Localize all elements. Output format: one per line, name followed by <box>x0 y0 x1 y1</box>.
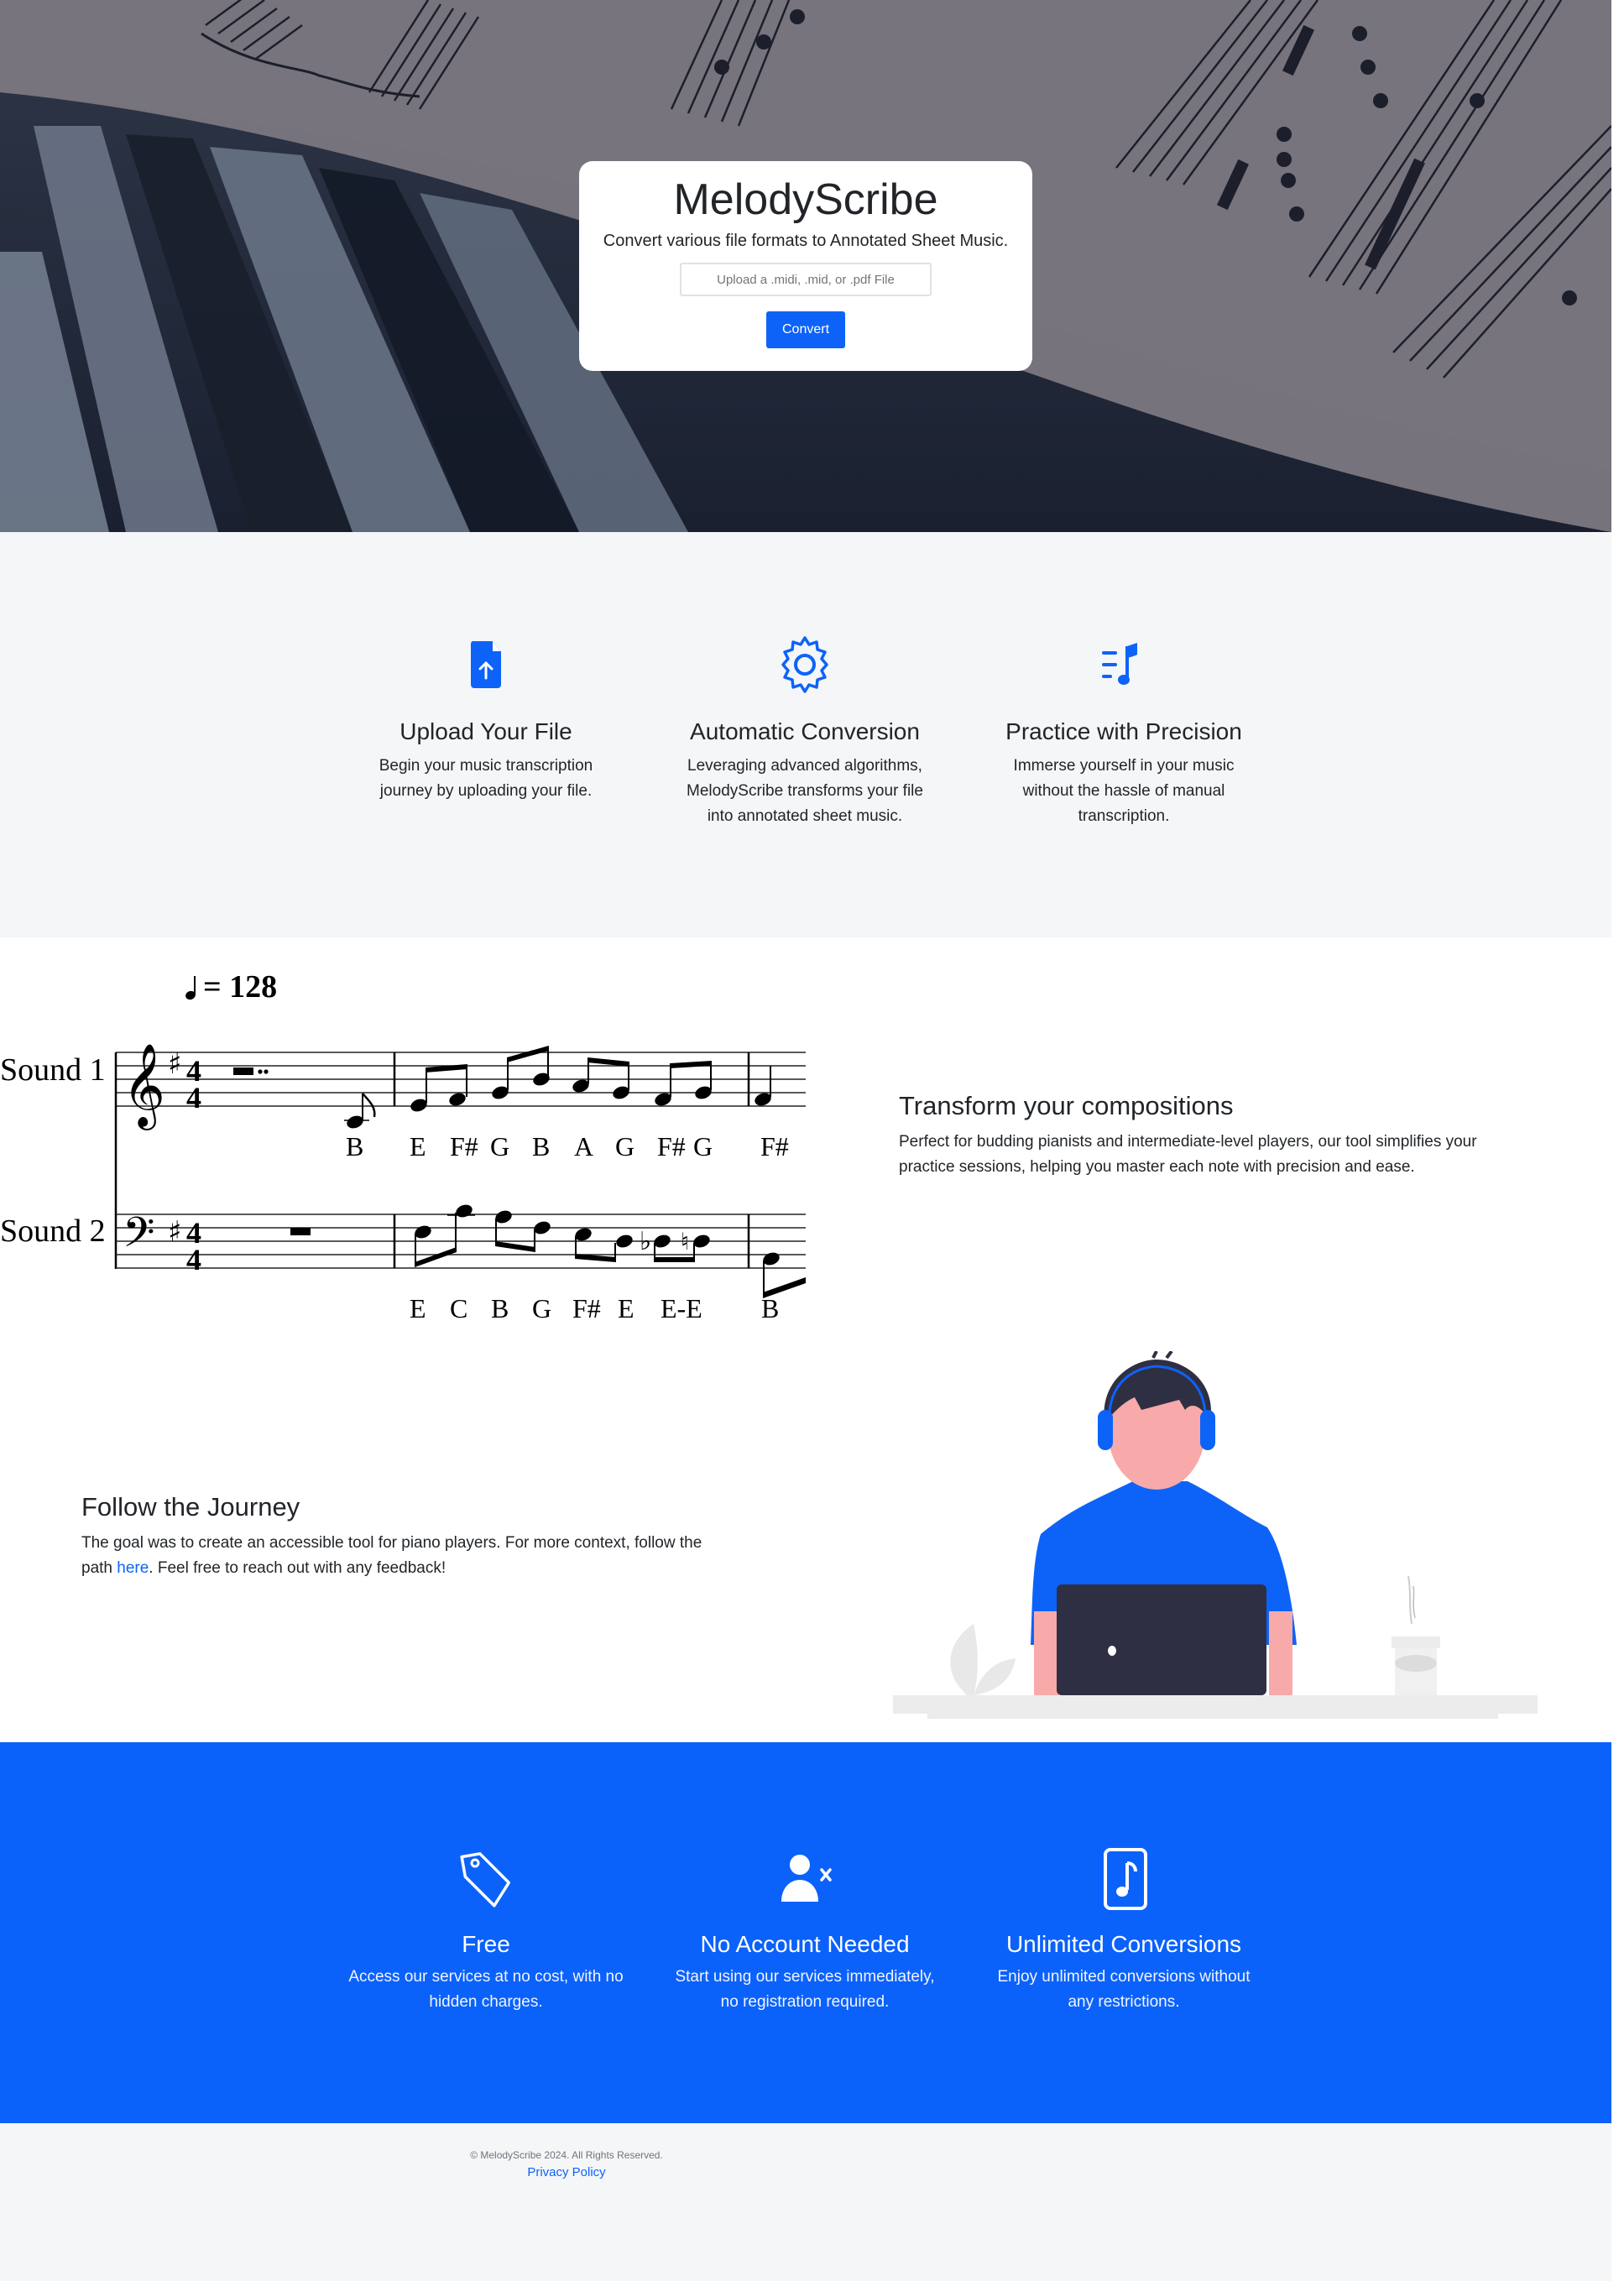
treble-clef-icon: 𝄞 <box>123 1043 165 1130</box>
feature-text: Begin your music transcription journey b… <box>379 757 593 800</box>
score-section: = 128 Sound 1 𝄞 ♯ 4 4 B E F# G B A G F# … <box>0 937 1611 1337</box>
benefit-text: Enjoy unlimited conversions without any … <box>997 1968 1251 2011</box>
hero-subtitle: Convert various file formats to Annotate… <box>603 232 1009 250</box>
svg-text:E: E <box>618 1293 634 1323</box>
benefit-text: Access our services at no cost, with no … <box>348 1968 624 2011</box>
journey-title: Follow the Journey <box>81 1492 300 1522</box>
time-sig-bottom: 4 <box>186 1081 201 1114</box>
svg-text:G: G <box>693 1131 713 1161</box>
sharp-icon: ♯ <box>168 1215 181 1249</box>
feature-text: Leveraging advanced algorithms, MelodySc… <box>687 757 923 825</box>
svg-text:G: G <box>490 1131 509 1161</box>
transform-title: Transform your compositions <box>899 1091 1234 1120</box>
natural-icon: ♮ <box>681 1228 689 1255</box>
hero-card: MelodyScribe Convert various file format… <box>579 161 1032 371</box>
feature-title: Upload Your File <box>399 718 572 744</box>
copyright-text: © MelodyScribe 2024. All Rights Reserved… <box>470 2149 663 2161</box>
right-edge-strip <box>1611 0 1624 2281</box>
gear-icon <box>781 636 828 693</box>
stave-label-1: Sound 1 <box>0 1052 106 1088</box>
tag-icon <box>460 1852 511 1908</box>
svg-text:F#: F# <box>572 1293 601 1323</box>
bass-clef-icon: 𝄢 <box>123 1208 155 1267</box>
note-labels-1: B E F# G B A G F# G F# <box>346 1131 789 1161</box>
svg-text:F#: F# <box>450 1131 478 1161</box>
svg-text:4: 4 <box>186 1243 201 1276</box>
journey-text-end: . Feel free to reach out with any feedba… <box>149 1559 446 1577</box>
convert-button[interactable]: Convert <box>766 311 845 348</box>
journey-block: Follow the Journey The goal was to creat… <box>81 1490 719 1581</box>
user-x-icon <box>781 1855 832 1902</box>
file-upload-icon <box>470 641 501 688</box>
svg-text:B: B <box>346 1131 363 1161</box>
feature-title: Practice with Precision <box>1005 718 1242 744</box>
transform-text: Perfect for budding pianists and interme… <box>899 1133 1477 1176</box>
svg-text:F#: F# <box>760 1131 789 1161</box>
svg-text:A: A <box>574 1131 593 1161</box>
tempo-marking: = 128 <box>185 969 277 1005</box>
privacy-policy-link[interactable]: Privacy Policy <box>527 2164 605 2182</box>
rest-icon <box>290 1228 311 1235</box>
transform-block: Transform your compositions Perfect for … <box>899 1089 1537 1180</box>
journey-link[interactable]: here <box>117 1559 149 1577</box>
stave-label-2: Sound 2 <box>0 1214 106 1249</box>
svg-text:B: B <box>761 1293 779 1323</box>
journey-section: Follow the Journey The goal was to creat… <box>0 1337 1611 1742</box>
footer-content: © MelodyScribe 2024. All Rights Reserved… <box>436 2135 697 2182</box>
svg-text:G: G <box>532 1293 551 1323</box>
sheet-music-score: = 128 Sound 1 𝄞 ♯ 4 4 B E F# G B A G F# … <box>0 969 806 1323</box>
benefits-section: Free Access our services at no cost, wit… <box>0 1742 1611 2123</box>
person-with-laptop-illustration <box>893 1351 1538 1719</box>
app-title: MelodyScribe <box>673 175 938 224</box>
music-playlist-icon <box>1102 643 1137 685</box>
note-labels-2: E C B G F# E E-E B <box>410 1293 779 1323</box>
file-upload-input[interactable] <box>680 263 932 296</box>
svg-text:B: B <box>532 1131 550 1161</box>
feature-text: Immerse yourself in your music without t… <box>1013 757 1235 825</box>
rest-icon <box>233 1067 253 1075</box>
flat-icon: ♭ <box>640 1227 651 1256</box>
svg-text:E-E: E-E <box>661 1293 702 1323</box>
benefit-title: Unlimited Conversions <box>1005 1931 1242 1957</box>
benefit-text: Start using our services immediately, no… <box>675 1968 935 2011</box>
footer: © MelodyScribe 2024. All Rights Reserved… <box>0 2123 1611 2281</box>
svg-text:B: B <box>491 1293 509 1323</box>
music-file-icon <box>1104 1848 1147 1910</box>
svg-text:E: E <box>410 1131 426 1161</box>
benefit-title: No Account Needed <box>700 1931 910 1957</box>
journey-text: The goal was to create an accessible too… <box>81 1531 719 1581</box>
tempo-text: = 128 <box>203 969 277 1005</box>
feature-title: Automatic Conversion <box>690 718 920 744</box>
features-section: Upload Your File Begin your music transc… <box>0 532 1611 937</box>
svg-text:C: C <box>450 1293 467 1323</box>
sharp-icon: ♯ <box>168 1047 181 1081</box>
svg-text:G: G <box>615 1131 634 1161</box>
svg-text:F#: F# <box>657 1131 686 1161</box>
page: MelodyScribe Convert various file format… <box>0 0 1611 2281</box>
benefit-title: Free <box>462 1931 510 1957</box>
hero-section: MelodyScribe Convert various file format… <box>0 0 1611 532</box>
svg-text:E: E <box>410 1293 426 1323</box>
